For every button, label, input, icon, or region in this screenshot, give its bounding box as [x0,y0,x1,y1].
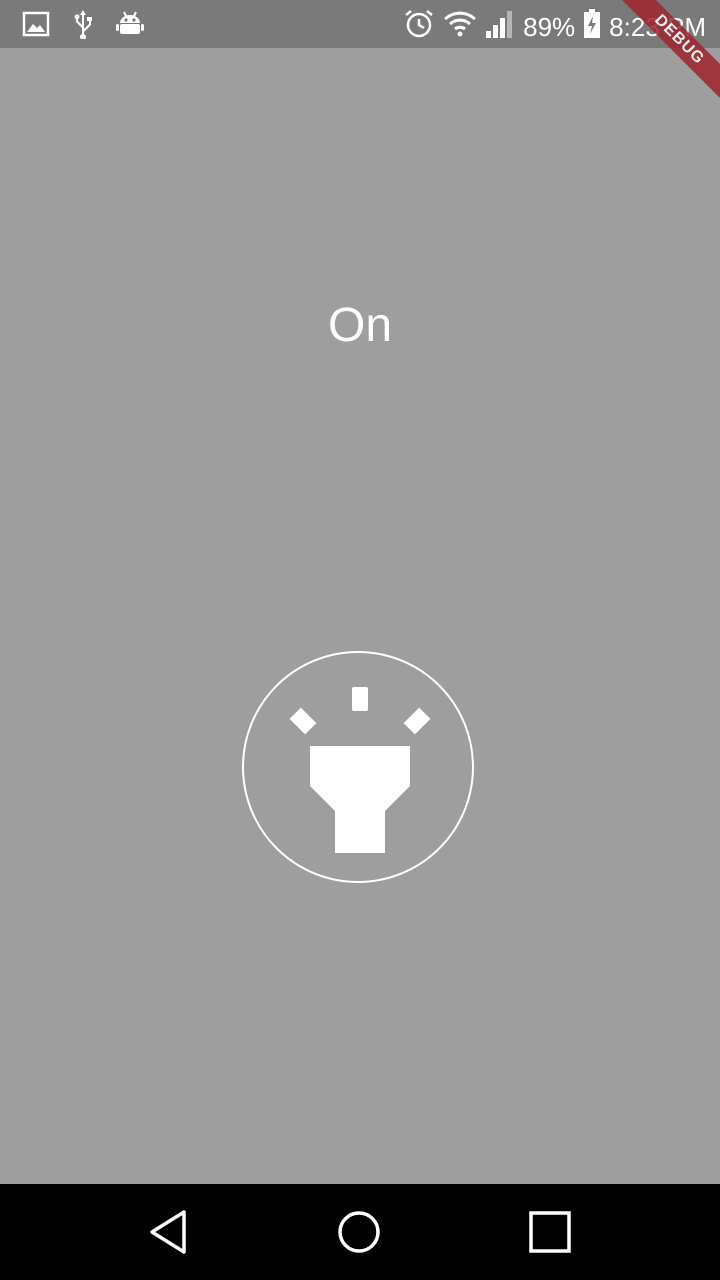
home-icon [338,1211,380,1253]
flashlight-screen: On [0,48,720,1184]
alarm-icon [403,8,435,45]
signal-icon [485,9,515,44]
recents-icon [529,1211,571,1253]
flashlight-icon [289,687,431,853]
back-icon [150,1210,186,1254]
battery-percent: 89% [523,11,576,42]
wifi-icon [443,10,477,43]
back-button[interactable] [146,1208,194,1256]
navigation-bar [0,1184,720,1280]
notification-icons [22,9,144,39]
battery-charging-icon [583,9,601,44]
recents-button[interactable] [526,1208,574,1256]
usb-icon [72,9,94,39]
home-button[interactable] [335,1208,383,1256]
flashlight-state-label: On [327,299,393,352]
status-bar: 89% 8:23 PM DEBUG [0,0,720,102]
image-icon [22,10,50,38]
android-icon [116,10,144,38]
clock: 8:23 PM [609,11,706,42]
system-status: 89% 8:23 PM [403,8,706,45]
flashlight-toggle-button[interactable] [242,651,474,883]
